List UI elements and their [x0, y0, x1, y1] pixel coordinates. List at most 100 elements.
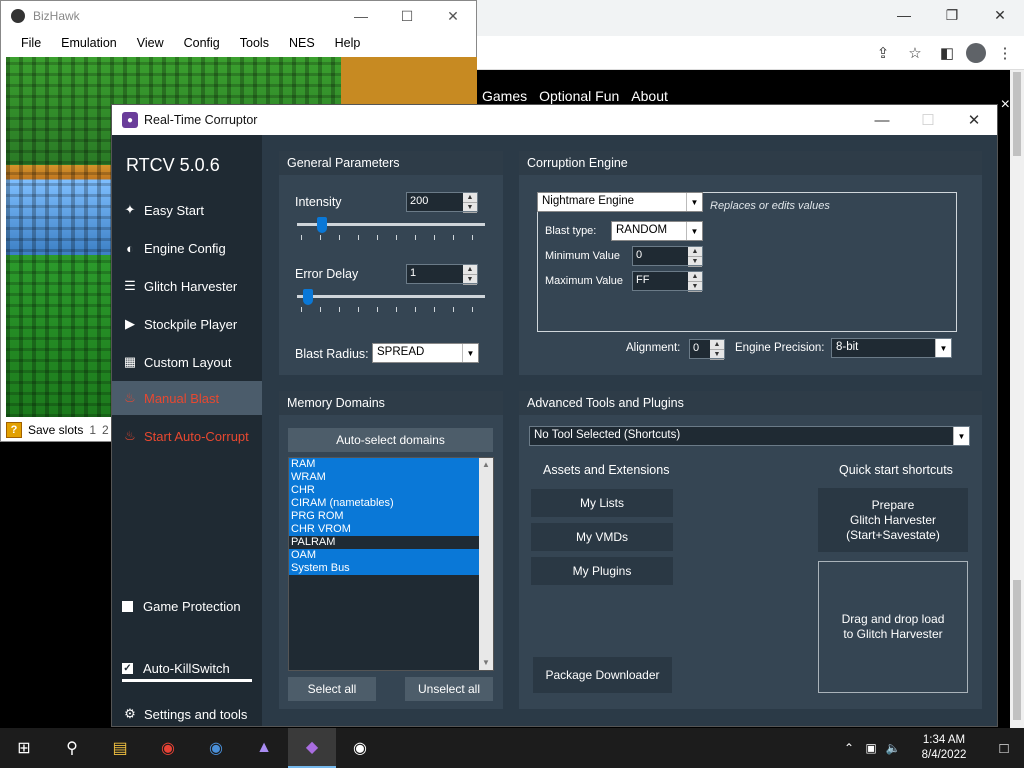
minimize-icon[interactable]: — — [880, 0, 928, 30]
sidebar-item-glitch-harvester[interactable]: ☰ Glitch Harvester — [112, 269, 262, 303]
sidepanel-icon[interactable]: ◧ — [934, 40, 960, 66]
intensity-slider-thumb[interactable] — [317, 217, 328, 233]
maximize-icon[interactable]: ☐ — [384, 8, 430, 25]
file-explorer-icon[interactable]: ▤ — [96, 728, 144, 768]
sidebar-item-stockpile-player[interactable]: ▶ Stockpile Player — [112, 307, 262, 341]
bookmark-star-icon[interactable]: ☆ — [902, 40, 928, 66]
close-icon[interactable]: ✕ — [430, 8, 476, 25]
minimum-value-input[interactable]: 0 ▲ ▼ — [632, 246, 703, 267]
spin-down-icon[interactable]: ▼ — [688, 282, 702, 292]
spin-up-icon[interactable]: ▲ — [688, 247, 702, 257]
my-plugins-button[interactable]: My Plugins — [531, 557, 673, 585]
spin-up-icon[interactable]: ▲ — [463, 193, 477, 203]
list-item[interactable]: OAM — [289, 549, 493, 562]
overlay-close-icon[interactable]: × — [1001, 96, 1010, 114]
auto-select-domains-button[interactable]: Auto-select domains — [288, 428, 493, 452]
minimum-value-spinner[interactable]: ▲ ▼ — [688, 247, 702, 267]
minimize-icon[interactable]: — — [338, 8, 384, 24]
auto-killswitch-checkbox[interactable]: ✓ Auto-KillSwitch — [122, 661, 230, 676]
bizhawk-taskbar-icon[interactable]: ◉ — [336, 728, 384, 768]
sidebar-item-start-auto-corrupt[interactable]: ♨ Start Auto-Corrupt — [112, 419, 262, 453]
list-item[interactable]: PALRAM — [289, 536, 493, 549]
list-item[interactable]: CHR — [289, 484, 493, 497]
sidebar-item-custom-layout[interactable]: ▦ Custom Layout — [112, 345, 262, 379]
profile-avatar-icon[interactable] — [966, 43, 986, 63]
checkmark-icon[interactable]: ✓ — [122, 663, 133, 674]
scroll-down-icon[interactable]: ▼ — [479, 656, 493, 670]
alignment-input[interactable]: 0 ▲ ▼ — [689, 339, 725, 360]
nav-link-games[interactable]: Games — [482, 88, 527, 104]
maximum-value-spinner[interactable]: ▲ ▼ — [688, 272, 702, 292]
spin-down-icon[interactable]: ▼ — [463, 275, 477, 285]
sidebar-item-settings[interactable]: ⚙ Settings and tools — [112, 697, 262, 731]
engine-precision-select[interactable]: 8-bit ▼ — [831, 338, 952, 358]
my-lists-button[interactable]: My Lists — [531, 489, 673, 517]
spin-down-icon[interactable]: ▼ — [710, 350, 724, 360]
menu-config[interactable]: Config — [174, 36, 230, 50]
list-item[interactable]: PRG ROM — [289, 510, 493, 523]
scroll-thumb[interactable] — [1013, 72, 1021, 156]
scroll-thumb-lower[interactable] — [1013, 580, 1021, 720]
engine-select[interactable]: Nightmare Engine ▼ — [537, 192, 703, 212]
spin-up-icon[interactable]: ▲ — [688, 272, 702, 282]
list-item[interactable]: WRAM — [289, 471, 493, 484]
error-delay-spinner[interactable]: ▲ ▼ — [463, 265, 477, 285]
error-delay-slider[interactable] — [297, 295, 485, 298]
nav-link-optional-fun[interactable]: Optional Fun — [539, 88, 619, 104]
menu-emulation[interactable]: Emulation — [51, 36, 127, 50]
notification-icon[interactable]: □ — [984, 740, 1024, 757]
list-item[interactable]: CHR VROM — [289, 523, 493, 536]
menu-help[interactable]: Help — [325, 36, 371, 50]
list-scrollbar[interactable]: ▲ ▼ — [479, 458, 493, 670]
save-slot-2[interactable]: 2 — [102, 423, 109, 437]
blast-type-select[interactable]: RANDOM ▼ — [611, 221, 703, 241]
unselect-all-button[interactable]: Unselect all — [405, 677, 493, 701]
volume-icon[interactable]: 🔈 — [882, 741, 904, 755]
game-protection-checkbox[interactable]: Game Protection — [122, 599, 241, 614]
search-icon[interactable]: ⚲ — [48, 728, 96, 768]
memory-domain-list[interactable]: RAM WRAM CHR CIRAM (nametables) PRG ROM CHR V… — [288, 457, 494, 671]
spin-up-icon[interactable]: ▲ — [710, 340, 724, 350]
close-icon[interactable]: ✕ — [951, 111, 997, 129]
tool-select[interactable]: No Tool Selected (Shortcuts) ▼ — [529, 426, 970, 446]
chrome-icon[interactable]: ◉ — [144, 728, 192, 768]
package-downloader-button[interactable]: Package Downloader — [533, 657, 672, 693]
close-icon[interactable]: ✕ — [976, 0, 1024, 30]
network-icon[interactable]: ▣ — [860, 741, 882, 755]
intensity-spinner[interactable]: ▲ ▼ — [463, 193, 477, 213]
drag-drop-zone[interactable]: Drag and drop load to Glitch Harvester — [818, 561, 968, 693]
spin-up-icon[interactable]: ▲ — [463, 265, 477, 275]
list-item[interactable]: System Bus — [289, 562, 493, 575]
sidebar-item-manual-blast[interactable]: ♨ Manual Blast — [112, 381, 262, 415]
nav-link-about[interactable]: About — [631, 88, 668, 104]
menu-nes[interactable]: NES — [279, 36, 325, 50]
vanguard-icon[interactable]: ▲ — [240, 728, 288, 768]
checkbox-unchecked-icon[interactable] — [122, 601, 133, 612]
sidebar-item-easy-start[interactable]: ✦ Easy Start — [112, 193, 262, 227]
more-menu-icon[interactable]: ⋮ — [992, 40, 1018, 66]
clock[interactable]: 1:34 AM 8/4/2022 — [904, 733, 984, 763]
intensity-input[interactable]: 200 ▲ ▼ — [406, 192, 478, 213]
alignment-spinner[interactable]: ▲ ▼ — [710, 340, 724, 360]
list-item[interactable]: CIRAM (nametables) — [289, 497, 493, 510]
error-delay-slider-thumb[interactable] — [303, 289, 313, 305]
spin-down-icon[interactable]: ▼ — [463, 203, 477, 213]
minimize-icon[interactable]: — — [859, 112, 905, 129]
wikipedia-app-icon[interactable]: ◉ — [192, 728, 240, 768]
list-item[interactable]: RAM — [289, 458, 493, 471]
chevron-up-icon[interactable]: ⌃ — [838, 741, 860, 755]
menu-file[interactable]: File — [11, 36, 51, 50]
rtcv-taskbar-icon[interactable]: ◆ — [288, 728, 336, 768]
windows-start-icon[interactable]: ⊞ — [0, 728, 48, 768]
sidebar-item-engine-config[interactable]: ◐ Engine Config — [112, 231, 262, 265]
spin-down-icon[interactable]: ▼ — [688, 257, 702, 267]
maximum-value-input[interactable]: FF ▲ ▼ — [632, 271, 703, 292]
prepare-glitch-harvester-button[interactable]: Prepare Glitch Harvester (Start+Savestat… — [818, 488, 968, 552]
save-slot-1[interactable]: 1 — [89, 423, 96, 437]
browser-scrollbar[interactable] — [1010, 70, 1024, 728]
select-all-button[interactable]: Select all — [288, 677, 376, 701]
menu-view[interactable]: View — [127, 36, 174, 50]
scroll-up-icon[interactable]: ▲ — [479, 458, 493, 472]
share-icon[interactable]: ⇪ — [870, 40, 896, 66]
restore-icon[interactable]: ❐ — [928, 0, 976, 30]
